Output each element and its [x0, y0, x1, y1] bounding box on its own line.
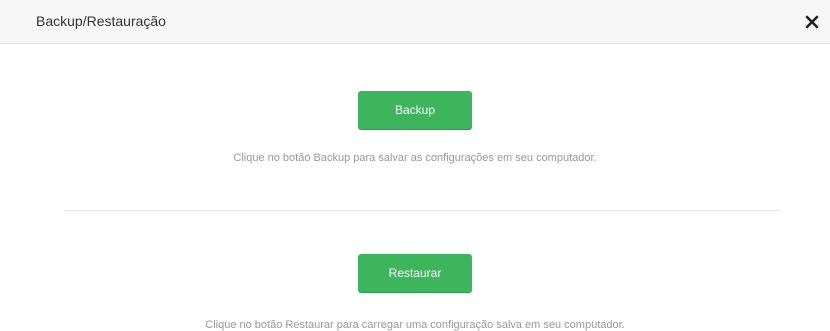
- backup-hint: Clique no botão Backup para salvar as co…: [233, 152, 597, 164]
- backup-section: Backup: [0, 91, 830, 129]
- backup-button[interactable]: Backup: [358, 91, 472, 129]
- backup-restore-dialog: Backup/Restauração Backup Clique no botã…: [0, 0, 830, 331]
- dialog-header: Backup/Restauração: [0, 0, 830, 44]
- section-divider: [64, 210, 781, 211]
- restore-button[interactable]: Restaurar: [358, 254, 472, 292]
- restore-hint: Clique no botão Restaurar para carregar …: [205, 319, 625, 331]
- restore-section: Restaurar: [0, 254, 830, 292]
- close-icon[interactable]: [802, 12, 822, 32]
- dialog-title: Backup/Restauração: [36, 13, 166, 29]
